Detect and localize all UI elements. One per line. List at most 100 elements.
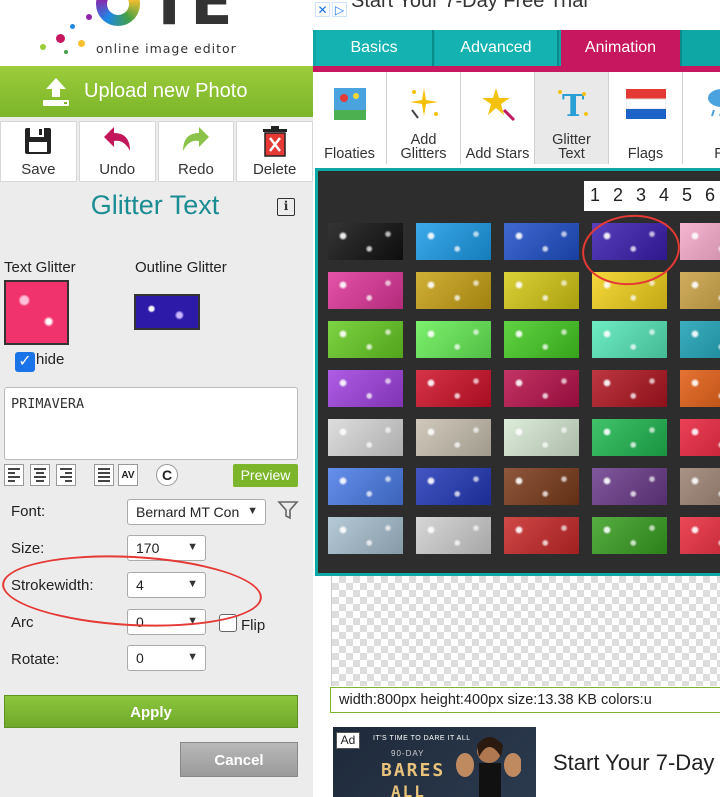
align-center-button[interactable] (30, 464, 50, 486)
rotate-select[interactable]: 0 ▼ (127, 645, 206, 671)
tab-animation[interactable]: Animation (561, 30, 682, 66)
glitter-swatch[interactable] (328, 321, 403, 358)
tool-rain[interactable]: R (683, 72, 720, 164)
svg-text:T: T (562, 89, 585, 124)
glitter-swatch[interactable] (504, 272, 579, 309)
category-tabs: Basics Advanced Animation (313, 30, 720, 66)
redo-button[interactable]: Redo (157, 121, 235, 182)
glitter-swatch[interactable] (592, 517, 667, 554)
text-glitter-swatch[interactable] (4, 280, 69, 345)
upload-icon (43, 78, 69, 106)
logo-mark: TE (148, 0, 233, 39)
panel-title: Glitter Text (90, 190, 220, 220)
glitter-swatch[interactable] (504, 468, 579, 505)
tool-glitter-text[interactable]: T Glitter Text (535, 72, 609, 164)
glitter-swatch[interactable] (680, 517, 720, 554)
glitter-swatch[interactable] (680, 223, 720, 260)
font-select[interactable]: Bernard MT Con ▼ (127, 499, 266, 525)
glitter-swatch[interactable] (328, 517, 403, 554)
undo-label: Undo (99, 161, 136, 178)
logo[interactable]: TE online image editor (0, 0, 313, 66)
letter-spacing-icon[interactable]: AV (118, 464, 138, 486)
glitter-swatch[interactable] (416, 272, 491, 309)
glitter-swatch[interactable] (504, 419, 579, 456)
tab-advanced[interactable]: Advanced (435, 30, 559, 66)
strokewidth-label: Strokewidth: (11, 577, 94, 594)
glitter-swatch[interactable] (680, 419, 720, 456)
upload-photo-button[interactable]: Upload new Photo (0, 66, 313, 117)
copyright-icon[interactable]: C (156, 464, 178, 486)
image-canvas[interactable] (331, 576, 720, 686)
glitter-swatch[interactable] (680, 272, 720, 309)
floaties-icon (333, 88, 366, 120)
glitter-swatch[interactable] (416, 370, 491, 407)
glitter-swatch[interactable] (328, 272, 403, 309)
tool-add-stars[interactable]: Add Stars (461, 72, 535, 164)
ad-info-icon[interactable]: ▷ (332, 2, 347, 17)
ad-image[interactable]: IT'S TIME TO DARE IT ALL 90-DAY BARES AL… (333, 727, 536, 797)
redo-label: Redo (177, 161, 214, 178)
glitter-swatch[interactable] (416, 468, 491, 505)
arc-select[interactable]: 0 ▼ (127, 609, 206, 635)
glitter-swatch[interactable] (416, 517, 491, 554)
ad-badge: Ad (336, 732, 360, 749)
tool-floaties[interactable]: Floaties (313, 72, 387, 164)
chevron-down-icon: ▼ (247, 505, 258, 517)
arc-value: 0 (136, 614, 144, 630)
cancel-button[interactable]: Cancel (180, 742, 298, 777)
glitter-swatch[interactable] (328, 419, 403, 456)
size-select[interactable]: 170 ▼ (127, 535, 206, 561)
glitter-pager[interactable]: 1 2 3 4 5 6 7 8 (584, 181, 720, 211)
preview-button[interactable]: Preview (233, 464, 298, 487)
floaties-label: Floaties (324, 146, 375, 162)
info-icon[interactable]: i (277, 198, 295, 216)
ad-headline[interactable]: Start Your 7-Day (553, 750, 714, 776)
glitter-picker: 1 2 3 4 5 6 7 8 (315, 168, 720, 576)
flip-checkbox[interactable] (219, 614, 237, 632)
glitter-swatch[interactable] (504, 370, 579, 407)
font-filter-icon[interactable] (277, 499, 299, 521)
flags-icon (625, 89, 666, 119)
glitter-swatch[interactable] (416, 321, 491, 358)
glitter-text-input[interactable]: PRIMAVERA (4, 387, 298, 460)
delete-button[interactable]: Delete (236, 121, 313, 182)
animation-tools: Floaties Add Glitters Add Stars T Glitte… (313, 72, 720, 164)
font-value: Bernard MT Con (136, 504, 240, 520)
glitter-swatch[interactable] (328, 370, 403, 407)
glitter-swatch[interactable] (504, 321, 579, 358)
glitter-text-icon: T (557, 89, 588, 124)
glitter-swatch[interactable] (416, 419, 491, 456)
glitter-swatch[interactable] (504, 517, 579, 554)
tool-flags[interactable]: Flags (609, 72, 683, 164)
tab-basics[interactable]: Basics (316, 30, 434, 66)
ad-subtitle: 90-DAY (391, 749, 425, 758)
glitter-swatch[interactable] (504, 223, 579, 260)
chevron-down-icon: ▼ (187, 651, 198, 663)
glitter-swatch[interactable] (680, 321, 720, 358)
glitter-swatch[interactable] (416, 223, 491, 260)
align-right-button[interactable] (56, 464, 76, 486)
glitters-icon (409, 88, 438, 119)
bottom-ad[interactable]: IT'S TIME TO DARE IT ALL 90-DAY BARES AL… (333, 727, 720, 797)
glitter-swatch[interactable] (592, 321, 667, 358)
ad-choices[interactable]: ✕ ▷ (313, 0, 353, 20)
glitter-swatch[interactable] (592, 419, 667, 456)
glitter-swatch[interactable] (328, 468, 403, 505)
glitter-swatch[interactable] (592, 370, 667, 407)
save-button[interactable]: Save (0, 121, 77, 182)
align-left-button[interactable] (4, 464, 24, 486)
top-ad-text[interactable]: Start Your 7-Day Free Trial (351, 0, 588, 13)
undo-button[interactable]: Undo (78, 121, 156, 182)
apply-button[interactable]: Apply (4, 695, 298, 728)
glitter-swatch[interactable] (592, 468, 667, 505)
glitter-swatch[interactable] (328, 223, 403, 260)
chevron-down-icon: ▼ (187, 578, 198, 590)
ad-close-icon[interactable]: ✕ (315, 2, 330, 17)
outline-glitter-swatch[interactable] (134, 294, 200, 330)
glitter-swatch[interactable] (680, 468, 720, 505)
hide-checkbox[interactable]: ✓ (15, 352, 35, 372)
tool-add-glitters[interactable]: Add Glitters (387, 72, 461, 164)
strokewidth-select[interactable]: 4 ▼ (127, 572, 206, 598)
glitter-swatch[interactable] (680, 370, 720, 407)
line-spacing-button[interactable] (94, 464, 114, 486)
